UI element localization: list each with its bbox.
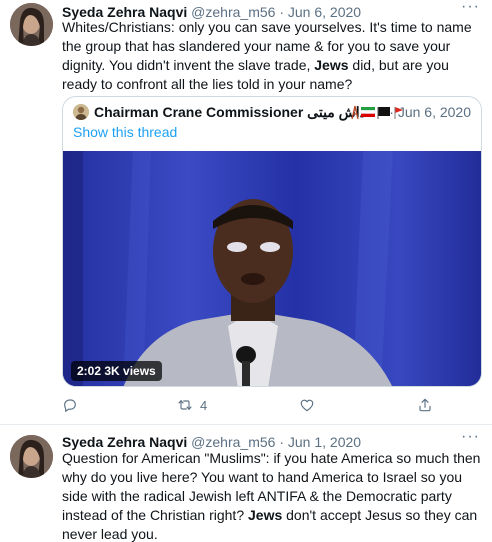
more-options-icon[interactable]: ··· (461, 0, 480, 17)
more-options-icon[interactable]: ··· (461, 427, 480, 447)
video-player[interactable]: 2:02 3K views (63, 151, 481, 386)
separator-dot: · (279, 434, 284, 450)
quoted-avatar (73, 104, 89, 120)
share-icon (419, 398, 431, 412)
author-handle[interactable]: @zehra_m56 (191, 434, 275, 450)
quoted-tweet-date[interactable]: · Jun 6, 2020 (389, 103, 471, 121)
tweet-actions: 4 (62, 395, 482, 415)
avatar[interactable] (10, 435, 53, 478)
reply-button[interactable] (62, 395, 85, 415)
reply-icon (64, 399, 76, 412)
video-stats-badge: 2:02 3K views (71, 361, 162, 381)
video-frame (63, 151, 481, 386)
quoted-author-name[interactable]: Chairman Crane Commissioner داش میتی (94, 103, 366, 121)
separator-dot: · (389, 104, 394, 120)
avatar[interactable] (10, 3, 53, 46)
author-name[interactable]: Syeda Zehra Naqvi (62, 434, 187, 450)
retweet-button[interactable]: 4 (177, 395, 207, 415)
share-button[interactable] (417, 395, 440, 415)
retweet-count: 4 (200, 397, 208, 413)
tweet-text-bold: Jews (248, 507, 283, 523)
flag-iran-icon (360, 107, 376, 117)
tweet[interactable]: Syeda Zehra Naqvi @zehra_m56 · Jun 1, 20… (0, 425, 492, 542)
like-button[interactable] (299, 395, 322, 415)
quoted-date-text: Jun 6, 2020 (397, 104, 471, 120)
tweet-text: Question for American "Muslims": if you … (62, 449, 482, 542)
heart-icon (300, 399, 314, 412)
quoted-tweet-header: Chairman Crane Commissioner داش میتی · J… (73, 103, 471, 121)
tweet-text: Whites/Christians: only you can save you… (62, 18, 482, 94)
tweet[interactable]: Syeda Zehra Naqvi @zehra_m56 · Jun 6, 20… (0, 0, 492, 425)
quoted-tweet[interactable]: Chairman Crane Commissioner داش میتی · J… (62, 96, 482, 387)
tweet-text-bold: Jews (314, 57, 349, 73)
tweet-date[interactable]: Jun 1, 2020 (288, 434, 361, 450)
derrick-icon (351, 105, 359, 120)
retweet-icon (178, 400, 192, 410)
black-flag-icon (377, 107, 390, 119)
show-thread-link[interactable]: Show this thread (73, 124, 177, 140)
